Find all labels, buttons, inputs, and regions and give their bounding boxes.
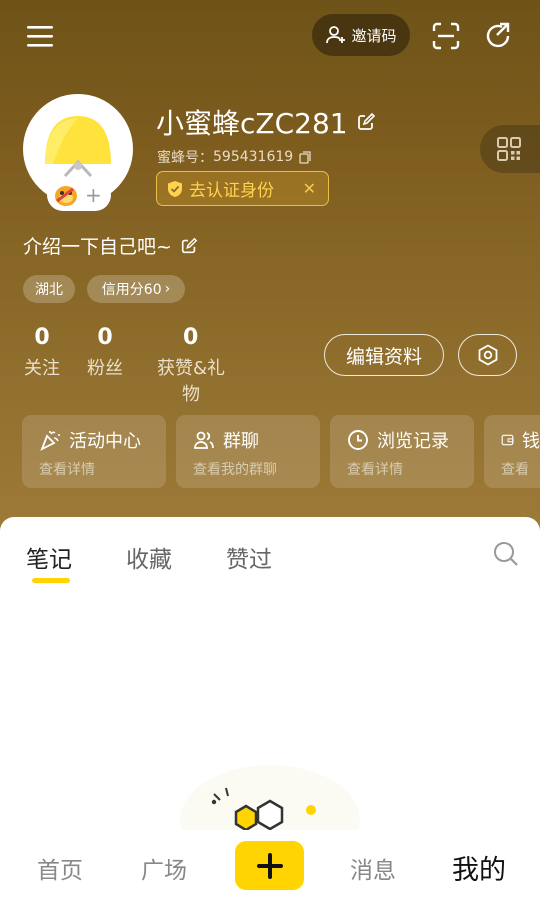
followers-stat[interactable]: 0 粉丝 xyxy=(86,325,124,380)
shield-check-icon xyxy=(168,180,182,197)
card-subtitle: 查看详情 xyxy=(347,462,403,478)
settings-button[interactable] xyxy=(458,334,517,376)
card-group-chat[interactable]: 群聊 查看我的群聊 xyxy=(176,415,320,488)
avatar-badge[interactable]: + xyxy=(47,179,111,211)
party-icon xyxy=(40,431,60,451)
top-bar: 邀请码 xyxy=(0,0,540,72)
nav-label: 消息 xyxy=(350,858,396,884)
tab-label: 笔记 xyxy=(26,547,72,573)
card-subtitle: 查看 xyxy=(501,462,529,478)
bee-id-value: 595431619 xyxy=(213,149,294,165)
intro-text: 介绍一下自己吧~ xyxy=(23,236,172,258)
search-icon xyxy=(494,542,518,566)
share-icon xyxy=(486,22,510,48)
close-icon[interactable]: ✕ xyxy=(303,179,316,198)
following-stat[interactable]: 0 关注 xyxy=(23,325,61,380)
edit-profile-button[interactable]: 编辑资料 xyxy=(324,334,444,376)
tab-label: 收藏 xyxy=(126,547,172,573)
card-title: 活动中心 xyxy=(69,431,141,452)
card-subtitle: 查看我的群聊 xyxy=(193,462,277,478)
likes-stat[interactable]: 0 获赞&礼物 xyxy=(149,325,233,406)
nav-square[interactable]: 广场 xyxy=(141,851,187,885)
share-button[interactable] xyxy=(478,16,518,56)
copy-icon[interactable] xyxy=(299,150,312,164)
card-wallet[interactable]: 钱 查看 xyxy=(484,415,540,488)
invite-user-icon xyxy=(326,26,346,44)
intro-row[interactable]: 介绍一下自己吧~ xyxy=(23,232,198,259)
plus-icon xyxy=(256,852,283,879)
credit-score-tag[interactable]: 信用分60 › xyxy=(87,275,185,303)
tab-label: 赞过 xyxy=(226,547,272,573)
hexagon-settings-icon xyxy=(478,344,497,366)
card-subtitle: 查看详情 xyxy=(39,462,95,478)
tab-favorites[interactable]: 收藏 xyxy=(126,540,172,574)
qr-code-icon xyxy=(497,137,521,161)
card-browse-history[interactable]: 浏览记录 查看详情 xyxy=(330,415,474,488)
nav-label: 广场 xyxy=(141,858,187,884)
menu-button[interactable] xyxy=(20,18,60,54)
menu-icon xyxy=(27,26,53,47)
nav-label: 我的 xyxy=(452,855,506,886)
cartoon-emoji-icon xyxy=(55,186,77,206)
nav-label: 首页 xyxy=(37,858,83,884)
card-title: 浏览记录 xyxy=(377,431,449,452)
verify-identity-banner[interactable]: 去认证身份 ✕ xyxy=(156,171,329,206)
qr-code-button[interactable] xyxy=(480,125,540,173)
bee-id-row[interactable]: 蜜蜂号： 595431619 xyxy=(157,147,312,167)
likes-count: 0 xyxy=(183,325,199,350)
tab-liked[interactable]: 赞过 xyxy=(226,540,272,574)
bee-honeycomb-illustration xyxy=(180,765,360,840)
edit-icon[interactable] xyxy=(180,237,198,255)
clock-icon xyxy=(348,430,368,450)
scan-icon xyxy=(432,22,460,50)
edit-icon[interactable] xyxy=(356,112,376,132)
following-count: 0 xyxy=(34,325,50,350)
tab-notes[interactable]: 笔记 xyxy=(26,540,72,574)
followers-label: 粉丝 xyxy=(87,358,123,379)
wallet-icon xyxy=(501,434,514,446)
scan-button[interactable] xyxy=(426,16,466,56)
invite-code-label: 邀请码 xyxy=(351,26,397,45)
chevron-right-icon: › xyxy=(164,281,171,297)
nav-home[interactable]: 首页 xyxy=(37,851,83,885)
following-label: 关注 xyxy=(24,358,60,379)
username: 小蜜蜂cZC281 xyxy=(156,107,348,140)
location-label: 湖北 xyxy=(35,282,63,298)
likes-label: 获赞&礼物 xyxy=(156,358,226,405)
invite-code-button[interactable]: 邀请码 xyxy=(312,14,410,56)
nav-messages[interactable]: 消息 xyxy=(350,851,396,885)
card-title: 钱 xyxy=(522,431,540,452)
verify-label: 去认证身份 xyxy=(189,181,274,201)
bee-id-label: 蜜蜂号： xyxy=(157,150,213,166)
card-title: 群聊 xyxy=(223,431,259,452)
followers-count: 0 xyxy=(97,325,113,350)
group-icon xyxy=(194,431,214,449)
search-button[interactable] xyxy=(492,540,522,570)
credit-score-label: 信用分60 xyxy=(101,282,162,298)
post-button[interactable] xyxy=(235,841,304,890)
nav-mine[interactable]: 我的 xyxy=(452,848,506,887)
location-tag[interactable]: 湖北 xyxy=(23,275,75,303)
username-row[interactable]: 小蜜蜂cZC281 xyxy=(156,102,376,142)
active-tab-indicator xyxy=(32,578,70,583)
add-icon: + xyxy=(85,183,102,207)
edit-profile-label: 编辑资料 xyxy=(345,345,422,368)
card-activity-center[interactable]: 活动中心 查看详情 xyxy=(22,415,166,488)
